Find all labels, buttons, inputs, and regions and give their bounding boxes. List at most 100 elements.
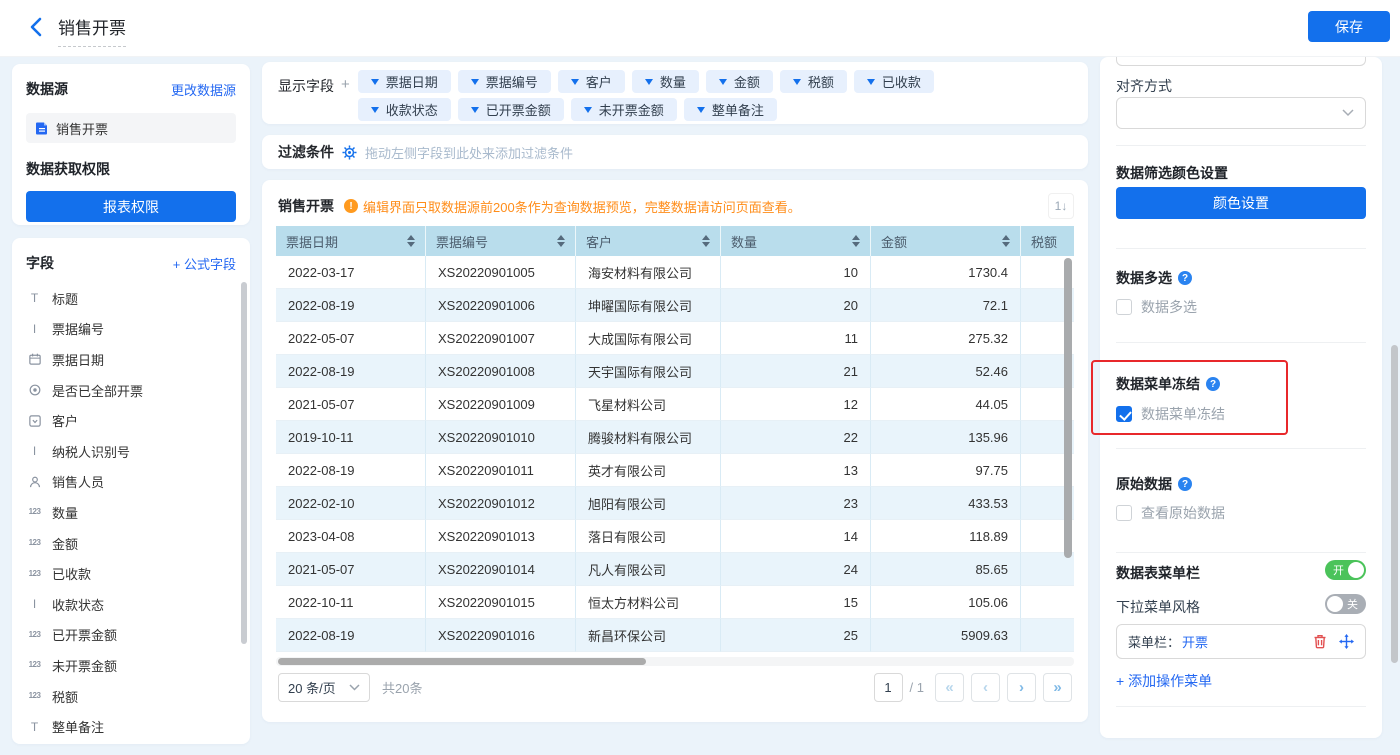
column-header[interactable]: 税额	[1021, 226, 1074, 256]
table-row[interactable]: 2019-10-11XS20220901010腾骏材料有限公司22135.96	[276, 421, 1074, 454]
table-cell: 5909.63	[871, 619, 1021, 652]
field-item[interactable]: 客户	[26, 405, 236, 436]
field-item[interactable]: 123税额	[26, 681, 236, 712]
display-field-chip[interactable]: 已开票金额	[458, 98, 564, 121]
display-field-chip[interactable]: 已收款	[854, 70, 934, 93]
save-button[interactable]: 保存	[1308, 11, 1390, 42]
add-display-field-icon[interactable]: +	[341, 76, 350, 116]
help-icon[interactable]: ?	[1178, 477, 1192, 491]
move-icon[interactable]	[1339, 634, 1354, 649]
back-icon[interactable]	[26, 15, 48, 39]
table-row[interactable]: 2022-08-19XS20220901016新昌环保公司255909.63	[276, 619, 1074, 652]
table-row[interactable]: 2022-03-17XS20220901005海安材料有限公司101730.4	[276, 256, 1074, 289]
color-settings-button[interactable]: 颜色设置	[1116, 187, 1366, 219]
field-item[interactable]: 123金额	[26, 528, 236, 559]
dropdown-style-toggle-off[interactable]: 关	[1325, 594, 1366, 614]
field-item[interactable]: 是否已全部开票	[26, 375, 236, 406]
help-icon[interactable]: ?	[1206, 377, 1220, 391]
gear-icon[interactable]	[342, 145, 357, 160]
column-header[interactable]: 票据编号	[426, 226, 576, 256]
display-field-chip[interactable]: 收款状态	[358, 98, 451, 121]
table-row[interactable]: 2021-05-07XS20220901009飞星材料公司1244.05	[276, 388, 1074, 421]
table-title: 销售开票	[278, 196, 334, 216]
field-item[interactable]: I票据编号	[26, 314, 236, 345]
field-item[interactable]: 123数量	[26, 497, 236, 528]
display-field-chip[interactable]: 金额	[706, 70, 773, 93]
page-size-select[interactable]: 20 条/页	[278, 673, 370, 702]
sort-carets-icon[interactable]	[401, 235, 415, 247]
menubar-toggle-on[interactable]: 开	[1325, 560, 1366, 580]
display-field-chip[interactable]: 客户	[558, 70, 625, 93]
chip-label: 整单备注	[712, 100, 764, 119]
raw-data-checkbox[interactable]	[1116, 505, 1132, 521]
sort-carets-icon[interactable]	[996, 235, 1010, 247]
fields-scrollbar[interactable]	[241, 282, 247, 644]
multiselect-checkbox-row[interactable]: 数据多选	[1116, 297, 1366, 317]
field-item[interactable]: I收款状态	[26, 589, 236, 620]
help-icon[interactable]: ?	[1178, 271, 1192, 285]
table-cell: 恒太方材料公司	[576, 586, 721, 619]
table-cell: XS20220901012	[426, 487, 576, 520]
field-item[interactable]: 销售人员	[26, 467, 236, 498]
sort-carets-icon[interactable]	[846, 235, 860, 247]
next-page-button[interactable]: ›	[1007, 673, 1036, 702]
last-page-button[interactable]: »	[1043, 673, 1072, 702]
field-item[interactable]: 123已收款	[26, 558, 236, 589]
display-field-chip[interactable]: 数量	[632, 70, 699, 93]
display-field-chip[interactable]: 税额	[780, 70, 847, 93]
freeze-checkbox-row[interactable]: 数据菜单冻结	[1116, 404, 1366, 424]
field-label: 未开票金额	[52, 656, 117, 675]
column-header[interactable]: 数量	[721, 226, 871, 256]
field-item[interactable]: 123未开票金额	[26, 650, 236, 681]
multiselect-checkbox[interactable]	[1116, 299, 1132, 315]
table-row[interactable]: 2021-05-07XS20220901014凡人有限公司2485.65	[276, 553, 1074, 586]
formula-field-link[interactable]: + 公式字段	[173, 254, 236, 273]
datasource-item[interactable]: 销售开票	[26, 113, 236, 143]
field-label: 税额	[52, 687, 78, 706]
menubar-item[interactable]: 菜单栏： 开票	[1116, 624, 1366, 659]
table-cell: 2022-08-19	[276, 355, 426, 388]
table-row[interactable]: 2022-08-19XS20220901006坤曜国际有限公司2072.1	[276, 289, 1074, 322]
table-row[interactable]: 2022-10-11XS20220901015恒太方材料公司15105.06	[276, 586, 1074, 619]
column-header[interactable]: 票据日期	[276, 226, 426, 256]
field-label: 数量	[52, 503, 78, 522]
align-select[interactable]	[1116, 97, 1366, 129]
table-row[interactable]: 2022-02-10XS20220901012旭阳有限公司23433.53	[276, 487, 1074, 520]
page-number-input[interactable]	[874, 673, 903, 702]
partial-input	[1116, 57, 1366, 66]
table-row[interactable]: 2022-08-19XS20220901011英才有限公司1397.75	[276, 454, 1074, 487]
chip-label: 票据日期	[386, 72, 438, 91]
field-label: 销售人员	[52, 472, 104, 491]
sort-carets-icon[interactable]	[551, 235, 565, 247]
display-field-chip[interactable]: 未开票金额	[571, 98, 677, 121]
column-header[interactable]: 客户	[576, 226, 721, 256]
title-icon: T	[26, 292, 43, 304]
page-scrollbar[interactable]	[1391, 345, 1398, 663]
field-item[interactable]: T标题	[26, 283, 236, 314]
field-item[interactable]: T整单备注	[26, 711, 236, 742]
display-field-chip[interactable]: 票据编号	[458, 70, 551, 93]
field-item[interactable]: 123已开票金额	[26, 620, 236, 651]
table-vertical-scrollbar[interactable]	[1064, 258, 1072, 558]
change-datasource-link[interactable]: 更改数据源	[171, 80, 236, 99]
first-page-button[interactable]: «	[935, 673, 964, 702]
table-row[interactable]: 2022-08-19XS20220901008天宇国际有限公司2152.46	[276, 355, 1074, 388]
field-label: 客户	[52, 411, 78, 430]
freeze-checkbox[interactable]	[1116, 406, 1132, 422]
remark-icon: T	[26, 721, 43, 733]
table-row[interactable]: 2022-05-07XS20220901007大成国际有限公司11275.32	[276, 322, 1074, 355]
sort-carets-icon[interactable]	[696, 235, 710, 247]
field-item[interactable]: I纳税人识别号	[26, 436, 236, 467]
column-header[interactable]: 金额	[871, 226, 1021, 256]
sort-order-icon[interactable]: 1↓	[1048, 193, 1074, 219]
report-permission-button[interactable]: 报表权限	[26, 191, 236, 222]
table-row[interactable]: 2023-04-08XS20220901013落日有限公司14118.89	[276, 520, 1074, 553]
prev-page-button[interactable]: ‹	[971, 673, 1000, 702]
trash-icon[interactable]	[1313, 634, 1327, 649]
raw-data-checkbox-row[interactable]: 查看原始数据	[1116, 503, 1366, 523]
display-field-chip[interactable]: 整单备注	[684, 98, 777, 121]
field-item[interactable]: 票据日期	[26, 344, 236, 375]
add-action-menu-link[interactable]: + 添加操作菜单	[1116, 671, 1366, 691]
display-field-chip[interactable]: 票据日期	[358, 70, 451, 93]
table-horizontal-scrollbar[interactable]	[278, 658, 646, 665]
